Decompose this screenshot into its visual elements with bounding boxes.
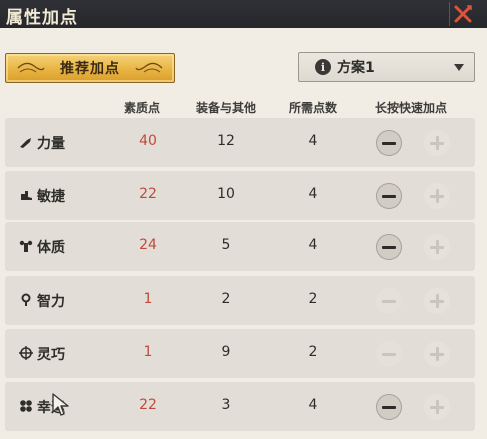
attribute-row-dexterity: 灵巧 1 9 2: [5, 329, 475, 378]
close-icon: [454, 5, 472, 23]
base-points-value: 24: [139, 237, 157, 253]
recommend-points-button[interactable]: 推荐加点: [5, 53, 175, 83]
increase-button[interactable]: [424, 130, 450, 156]
strength-icon: [19, 135, 33, 149]
equip-bonus-value: 5: [221, 237, 231, 253]
attribute-row-constitution: 体质 24 5 4: [5, 222, 475, 271]
minus-icon: [382, 141, 396, 145]
base-points-value: 1: [143, 291, 153, 307]
base-points-value: 22: [139, 397, 157, 413]
equip-bonus-value: 9: [221, 344, 231, 360]
equip-bonus-value: 2: [221, 291, 231, 307]
column-header-equip: 装备与其他: [195, 101, 256, 115]
attribute-name: 智力: [37, 294, 65, 310]
decrease-button[interactable]: [376, 183, 402, 209]
minus-icon: [382, 299, 396, 303]
chevron-down-icon: [454, 64, 464, 71]
ornament-right-icon: [135, 62, 163, 73]
required-points-value: 4: [308, 397, 318, 413]
required-points-value: 4: [308, 186, 318, 202]
info-icon: i: [315, 59, 331, 75]
decrease-button[interactable]: [376, 130, 402, 156]
mouse-cursor-icon: [52, 393, 69, 416]
agility-icon: [19, 188, 33, 202]
required-points-value: 2: [308, 291, 318, 307]
ornament-left-icon: [17, 62, 45, 73]
attribute-row-luck: 幸运 22 3 4: [5, 382, 475, 431]
dexterity-icon: [19, 346, 33, 360]
decrease-button[interactable]: [376, 341, 402, 367]
increase-button[interactable]: [424, 394, 450, 420]
attribute-name: 体质: [37, 240, 65, 256]
minus-icon: [382, 352, 396, 356]
equip-bonus-value: 12: [217, 133, 235, 149]
required-points-value: 4: [308, 237, 318, 253]
decrease-button[interactable]: [376, 234, 402, 260]
luck-icon: [19, 399, 33, 413]
increase-button[interactable]: [424, 288, 450, 314]
scheme-selected-label: 方案1: [337, 60, 375, 76]
intelligence-icon: [19, 293, 33, 307]
minus-icon: [382, 405, 396, 409]
column-header-quick-add: 长按快速加点: [374, 101, 447, 115]
column-header-need: 所需点数: [288, 101, 337, 115]
window-title: 属性加点: [6, 8, 78, 28]
attribute-row-strength: 力量 40 12 4: [5, 118, 475, 167]
increase-button[interactable]: [424, 341, 450, 367]
decrease-button[interactable]: [376, 288, 402, 314]
attribute-name: 灵巧: [37, 347, 65, 363]
attribute-row-intelligence: 智力 1 2 2: [5, 276, 475, 325]
attribute-row-agility: 敏捷 22 10 4: [5, 171, 475, 220]
minus-icon: [382, 194, 396, 198]
title-bar: 属性加点: [0, 0, 487, 28]
attribute-name: 力量: [37, 136, 65, 152]
required-points-value: 4: [308, 133, 318, 149]
increase-button[interactable]: [424, 234, 450, 260]
equip-bonus-value: 3: [221, 397, 231, 413]
minus-icon: [382, 245, 396, 249]
base-points-value: 40: [139, 133, 157, 149]
base-points-value: 1: [143, 344, 153, 360]
recommend-points-label: 推荐加点: [60, 61, 120, 77]
decrease-button[interactable]: [376, 394, 402, 420]
attribute-name: 敏捷: [37, 189, 65, 205]
scheme-dropdown[interactable]: i 方案1: [298, 52, 475, 82]
close-button[interactable]: [449, 2, 475, 26]
base-points-value: 22: [139, 186, 157, 202]
column-header-base: 素质点: [123, 101, 160, 115]
constitution-icon: [19, 239, 33, 253]
increase-button[interactable]: [424, 183, 450, 209]
required-points-value: 2: [308, 344, 318, 360]
equip-bonus-value: 10: [217, 186, 235, 202]
